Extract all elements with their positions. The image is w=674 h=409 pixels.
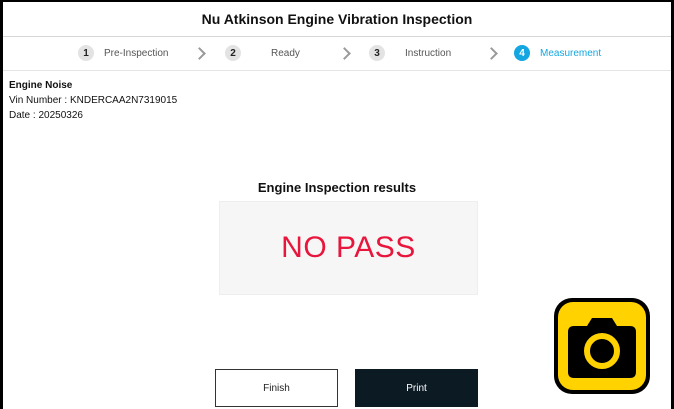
app-title: Nu Atkinson Engine Vibration Inspection: [201, 11, 473, 27]
step-label: Measurement: [540, 47, 602, 59]
inspection-info: Engine Noise Vin Number : KNDERCAA2N7319…: [9, 78, 177, 123]
results-title: Engine Inspection results: [257, 180, 417, 195]
inspection-type: Engine Noise: [9, 80, 73, 91]
window-title: Nu Atkinson Engine Vibration Inspection: [3, 2, 671, 37]
step-ready: 2 Ready: [225, 45, 300, 61]
progress-stepper: 1 Pre-Inspection 2 Ready 3 Instruction 4…: [3, 36, 671, 71]
chevron-right-icon: [193, 47, 206, 60]
inspection-date: Date : 20250326: [9, 110, 83, 121]
camera-button[interactable]: [554, 298, 650, 394]
chevron-right-icon: [485, 47, 498, 60]
chevron-right-icon: [338, 47, 351, 60]
step-number: 2: [225, 45, 241, 61]
finish-button-label: Finish: [263, 382, 290, 394]
step-number: 3: [369, 45, 385, 61]
camera-icon: [558, 302, 646, 390]
step-instruction: 3 Instruction: [369, 45, 451, 61]
step-label: Ready: [271, 47, 300, 59]
print-button[interactable]: Print: [355, 369, 478, 407]
result-panel: NO PASS: [219, 201, 478, 295]
vin-number: Vin Number : KNDERCAA2N7319015: [9, 95, 178, 106]
step-pre-inspection: 1 Pre-Inspection: [78, 45, 168, 61]
result-status: NO PASS: [281, 231, 416, 264]
step-label: Instruction: [405, 47, 452, 59]
step-measurement: 4 Measurement: [514, 45, 601, 61]
finish-button[interactable]: Finish: [215, 369, 338, 407]
print-button-label: Print: [406, 382, 427, 394]
step-number: 4: [514, 45, 530, 61]
step-label: Pre-Inspection: [104, 47, 169, 59]
step-number: 1: [78, 45, 94, 61]
app-frame: Nu Atkinson Engine Vibration Inspection …: [0, 0, 674, 409]
